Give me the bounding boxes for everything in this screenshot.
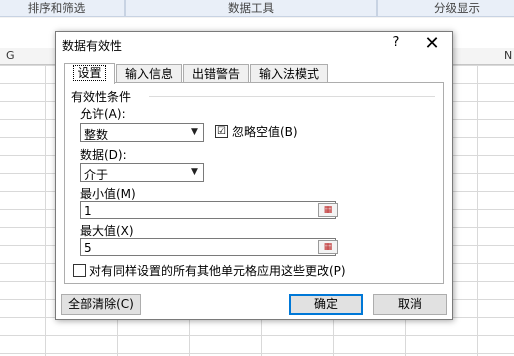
ignore-blank-label[interactable]: 忽略空值(B): [232, 123, 298, 140]
close-icon[interactable]: ✕: [422, 32, 442, 56]
data-label: 数据(D):: [80, 148, 127, 162]
ribbon-group-sort-filter[interactable]: 排序和筛选: [0, 0, 125, 17]
minimum-value: 1: [84, 204, 92, 218]
ignore-blank-checkbox[interactable]: ☑: [215, 125, 228, 138]
dialog-titlebar[interactable]: 数据有效性 ? ✕: [56, 32, 452, 58]
apply-all-label[interactable]: 对有同样设置的所有其他单元格应用这些更改(P): [89, 262, 346, 279]
range-select-icon[interactable]: ▦: [318, 240, 338, 254]
range-select-icon[interactable]: ▦: [318, 203, 338, 217]
dialog-title: 数据有效性: [62, 39, 123, 53]
data-value: 介于: [84, 168, 109, 182]
tab-ime-mode[interactable]: 输入法模式: [250, 64, 328, 82]
data-validation-dialog: 数据有效性 ? ✕ 设置 输入信息 出错警告 输入法模式 有效性条件 允许(A)…: [55, 31, 453, 320]
maximum-label: 最大值(X): [80, 224, 134, 238]
allow-select[interactable]: 整数 ▼: [80, 123, 204, 142]
minimum-input[interactable]: 1: [80, 201, 336, 219]
ok-button[interactable]: 确定: [289, 294, 363, 315]
tab-error-alert[interactable]: 出错警告: [183, 64, 249, 82]
ribbon-group-label: 数据工具: [228, 1, 274, 15]
ribbon-group-outline[interactable]: 分级显示: [377, 0, 514, 17]
ribbon-group-labels: 排序和筛选 数据工具 分级显示: [0, 0, 514, 19]
ribbon-group-label: 分级显示: [434, 1, 480, 15]
chevron-down-icon[interactable]: ▼: [186, 164, 203, 181]
allow-value: 整数: [84, 128, 109, 142]
tab-settings-label: 设置: [73, 65, 106, 81]
ribbon-group-label: 排序和筛选: [27, 1, 86, 15]
minimum-label: 最小值(M): [80, 187, 136, 201]
column-header-n[interactable]: N: [504, 48, 512, 64]
apply-all-checkbox[interactable]: [73, 264, 86, 277]
settings-panel: 有效性条件 允许(A): 整数 ▼ ☑ 忽略空值(B) 数据(D): 介于 ▼ …: [64, 82, 444, 284]
maximum-input[interactable]: 5: [80, 238, 336, 256]
allow-label: 允许(A):: [80, 107, 126, 121]
cancel-button[interactable]: 取消: [373, 294, 447, 315]
tab-input-message[interactable]: 输入信息: [116, 64, 182, 82]
ribbon-group-data-tools[interactable]: 数据工具: [125, 0, 377, 17]
column-header-g[interactable]: G: [6, 48, 15, 64]
clear-all-button[interactable]: 全部清除(C): [61, 294, 141, 315]
group-divider: [149, 96, 435, 97]
maximum-value: 5: [84, 241, 92, 255]
validation-criteria-title: 有效性条件: [71, 90, 132, 104]
data-select[interactable]: 介于 ▼: [80, 163, 204, 182]
tab-settings[interactable]: 设置: [64, 63, 115, 84]
chevron-down-icon[interactable]: ▼: [186, 124, 203, 141]
help-icon[interactable]: ?: [388, 35, 404, 50]
tab-error-alert-label: 出错警告: [191, 67, 240, 81]
tab-ime-mode-label: 输入法模式: [258, 67, 319, 81]
tab-input-message-label: 输入信息: [124, 67, 173, 81]
